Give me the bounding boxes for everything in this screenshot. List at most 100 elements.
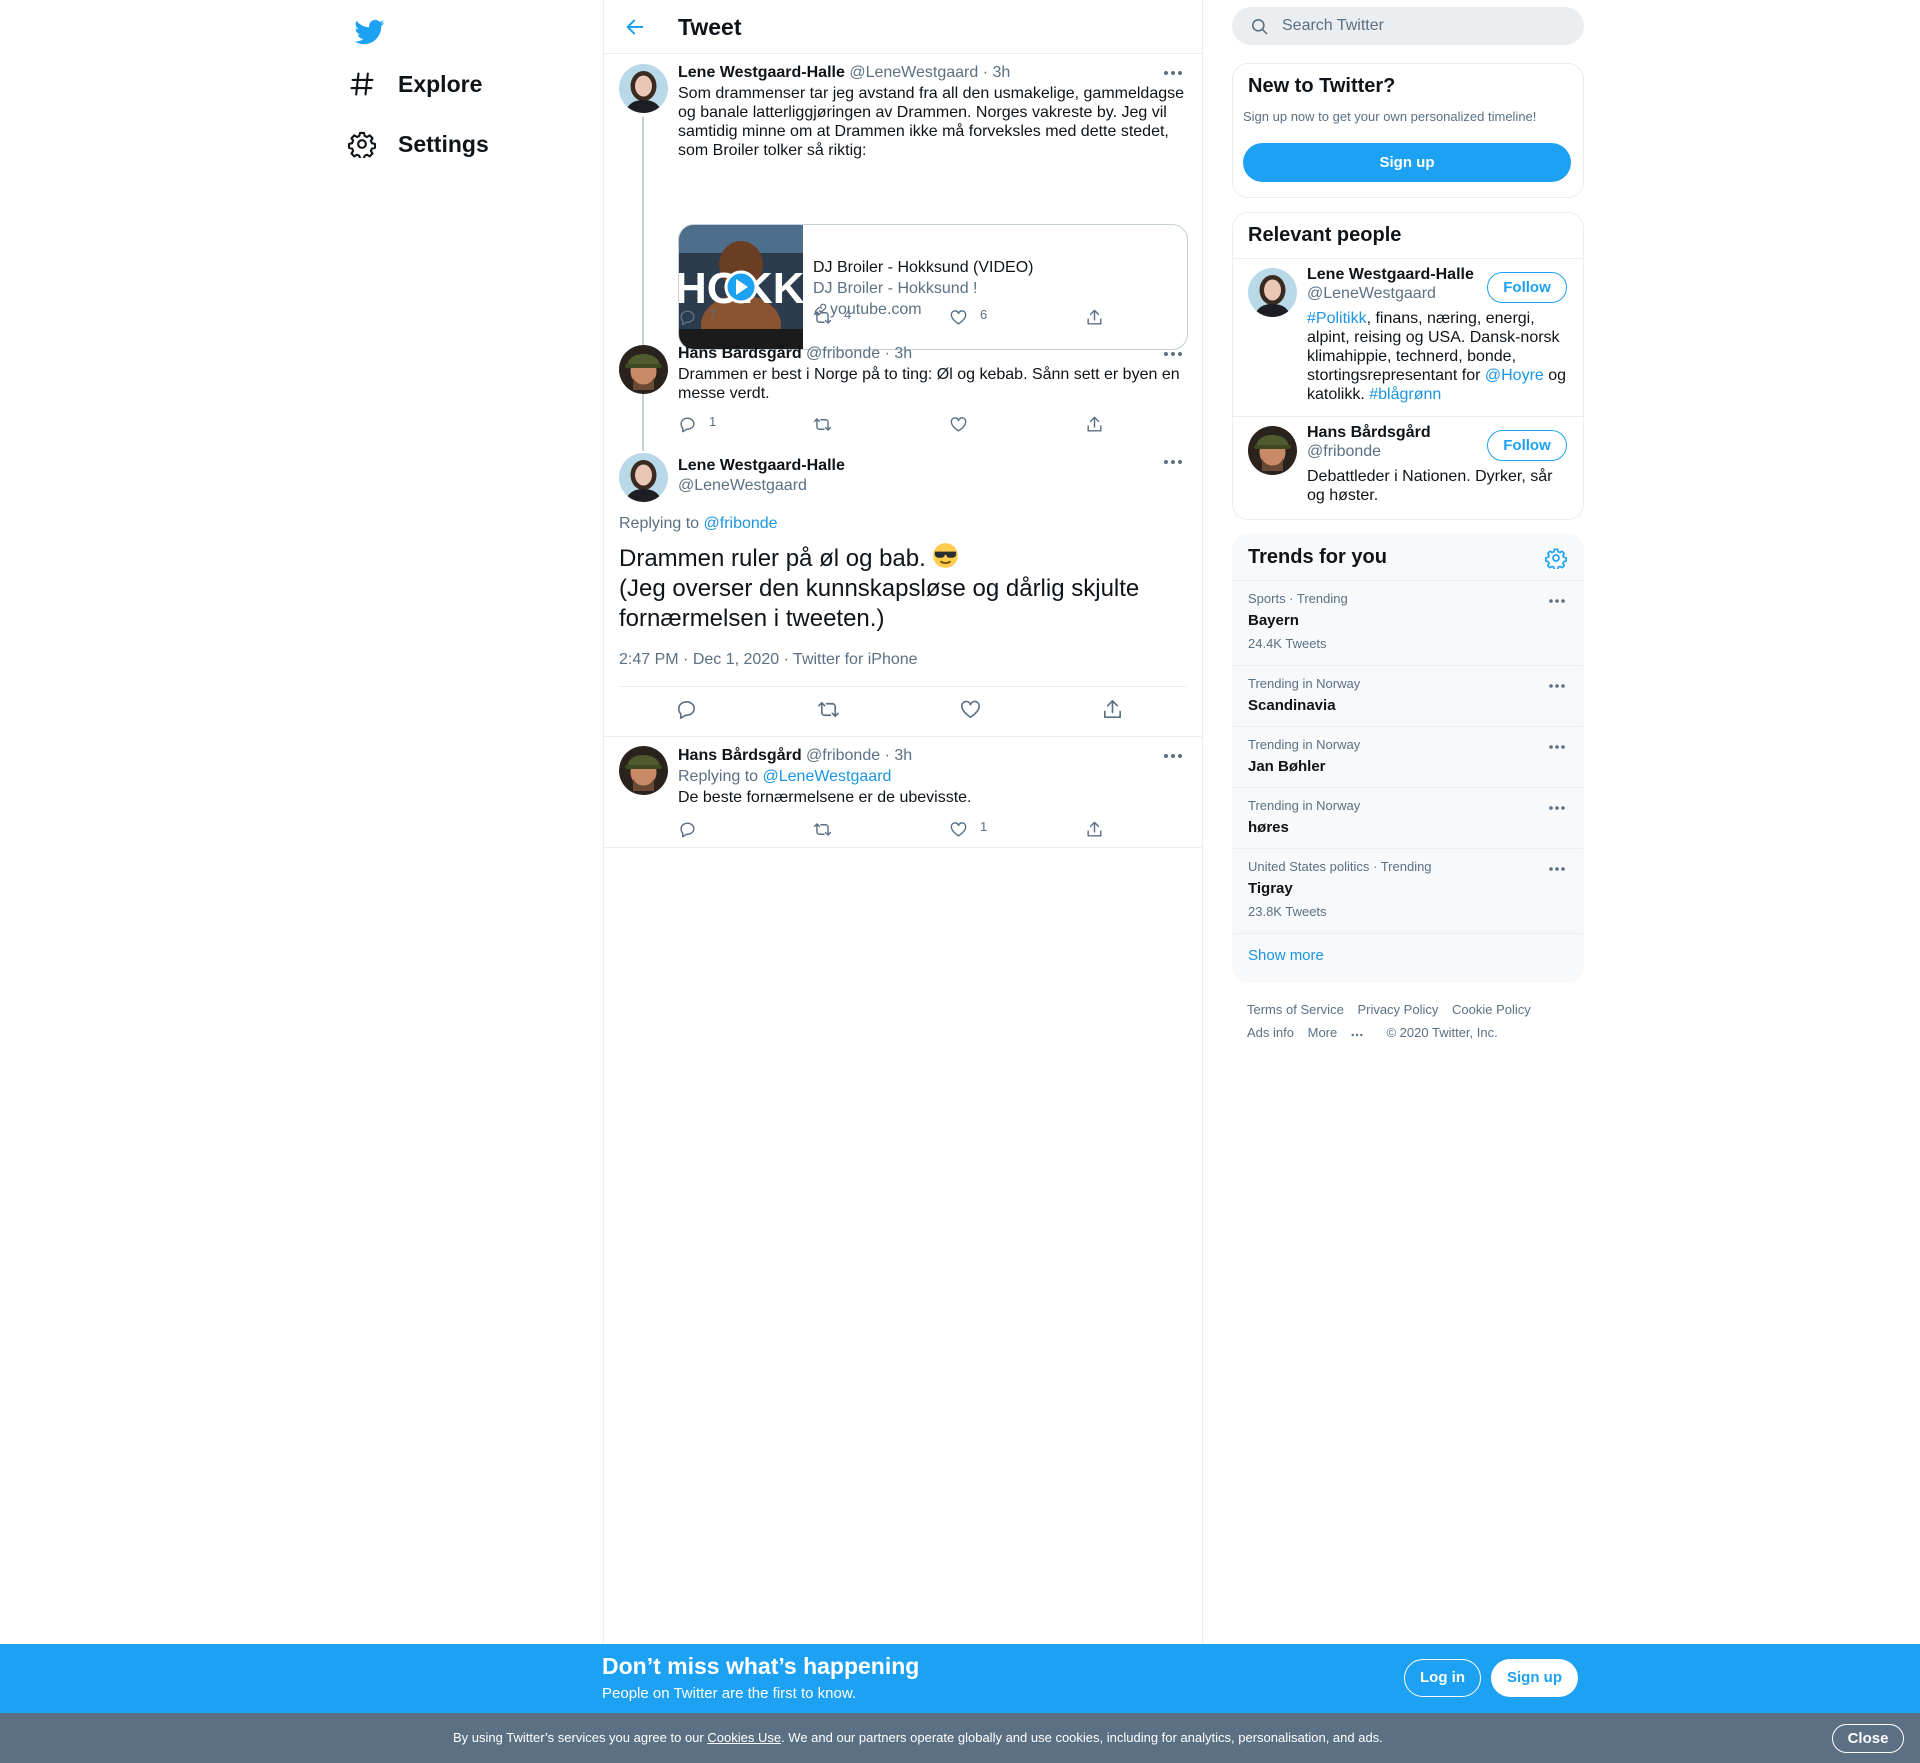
author-name[interactable]: Hans Bårdsgård: [678, 747, 802, 764]
tweet-source[interactable]: Twitter for iPhone: [793, 651, 918, 668]
person-handle[interactable]: @LeneWestgaard: [1307, 285, 1436, 303]
nav-settings[interactable]: Settings: [348, 119, 489, 169]
retweet-button[interactable]: [817, 698, 840, 720]
tweet-more-button[interactable]: [1158, 344, 1188, 364]
trends-settings-button[interactable]: [1545, 547, 1569, 571]
author-handle[interactable]: @LeneWestgaard: [678, 476, 1188, 496]
thread-tweet[interactable]: Hans Bårdsgård @fribonde · 3h Drammen er…: [604, 339, 1202, 451]
reply-button[interactable]: 7: [678, 306, 716, 328]
trend-item[interactable]: Sports · Trending Bayern 24.4K Tweets: [1233, 580, 1583, 666]
reply-button[interactable]: 1: [678, 413, 716, 435]
footer-link-ads[interactable]: Ads info: [1247, 1025, 1294, 1040]
share-button[interactable]: [1101, 698, 1124, 720]
trend-name: høres: [1248, 819, 1289, 836]
footer-link-more[interactable]: More: [1308, 1025, 1373, 1040]
author-handle[interactable]: @fribonde: [806, 747, 880, 764]
tweet-more-button[interactable]: [1158, 452, 1188, 472]
hashtag-link[interactable]: #blågrønn: [1369, 386, 1441, 403]
retweet-button[interactable]: [813, 413, 832, 435]
trend-item[interactable]: United States politics · Trending Tigray…: [1233, 848, 1583, 934]
share-button[interactable]: [1085, 818, 1104, 840]
avatar[interactable]: [619, 64, 668, 113]
person-handle[interactable]: @fribonde: [1307, 443, 1381, 461]
retweet-count: 4: [844, 306, 852, 322]
author-handle[interactable]: @LeneWestgaard: [849, 64, 978, 81]
follow-button[interactable]: Follow: [1487, 430, 1567, 461]
tweet-more-button[interactable]: [1158, 63, 1188, 83]
author-name[interactable]: Lene Westgaard-Halle: [678, 456, 1188, 476]
divider: [619, 686, 1187, 687]
like-button[interactable]: 6: [949, 306, 987, 328]
link-card[interactable]: HOKK DJ Broiler - Hokksund (VIDEO) DJ Br…: [678, 224, 1188, 350]
footer-link-cookie[interactable]: Cookie Policy: [1452, 1002, 1531, 1017]
cookies-use-link[interactable]: Cookies Use: [707, 1730, 781, 1745]
person-name[interactable]: Hans Bårdsgård: [1307, 424, 1431, 442]
mention-link[interactable]: @Hoyre: [1485, 367, 1544, 384]
sign-up-button[interactable]: Sign up: [1491, 1659, 1578, 1697]
footer-link-terms[interactable]: Terms of Service: [1247, 1002, 1344, 1017]
trend-item[interactable]: Trending in Norway høres: [1233, 787, 1583, 849]
reply-button[interactable]: [675, 698, 698, 720]
heart-icon: [949, 820, 968, 839]
avatar[interactable]: [1248, 268, 1297, 317]
tweet-actions: 1: [678, 413, 1102, 435]
follow-button[interactable]: Follow: [1487, 272, 1567, 303]
trend-item[interactable]: Trending in Norway Jan Bøhler: [1233, 726, 1583, 788]
replying-to: Replying to @LeneWestgaard: [678, 767, 1188, 787]
reply-tweet[interactable]: Hans Bårdsgård @fribonde · 3h Replying t…: [604, 737, 1202, 847]
reply-icon: [678, 820, 697, 839]
tweet-more-button[interactable]: [1158, 746, 1188, 766]
like-button[interactable]: [949, 413, 968, 435]
like-button[interactable]: 1: [949, 818, 987, 840]
trend-count: 23.8K Tweets: [1248, 904, 1327, 919]
author-name[interactable]: Lene Westgaard-Halle: [678, 64, 845, 81]
person-card[interactable]: Lene Westgaard-Halle @LeneWestgaard Foll…: [1233, 258, 1583, 417]
trend-more-button[interactable]: [1545, 680, 1569, 692]
person-name[interactable]: Lene Westgaard-Halle: [1307, 266, 1474, 284]
replying-mention[interactable]: @LeneWestgaard: [763, 768, 892, 785]
sign-up-button[interactable]: Sign up: [1243, 143, 1571, 182]
avatar[interactable]: [619, 345, 668, 394]
tweet-date[interactable]: Dec 1, 2020: [693, 651, 779, 668]
replying-mention[interactable]: @fribonde: [704, 515, 778, 532]
tweet-time[interactable]: · 3h: [885, 747, 913, 764]
avatar[interactable]: [619, 453, 668, 502]
trend-item[interactable]: Trending in Norway Scandinavia: [1233, 665, 1583, 727]
tweet-header: Hans Bårdsgård @fribonde · 3h: [678, 746, 1188, 766]
footer-link-privacy[interactable]: Privacy Policy: [1357, 1002, 1438, 1017]
log-in-button[interactable]: Log in: [1404, 1659, 1481, 1697]
author-handle[interactable]: @fribonde: [806, 345, 880, 362]
avatar[interactable]: [1248, 426, 1297, 475]
show-more-link[interactable]: Show more: [1248, 947, 1324, 964]
trend-more-button[interactable]: [1545, 741, 1569, 753]
search-input[interactable]: [1282, 7, 1572, 45]
tweet-time[interactable]: · 3h: [885, 345, 913, 362]
back-button[interactable]: [618, 10, 652, 44]
tweet-text: De beste fornærmelsene er de ubevisste.: [678, 789, 972, 806]
person-card[interactable]: Hans Bårdsgård @fribonde Follow Debattle…: [1233, 416, 1583, 519]
retweet-button[interactable]: 4: [813, 306, 851, 328]
tweet-time[interactable]: · 3h: [983, 64, 1011, 81]
nav-explore[interactable]: Explore: [348, 59, 482, 109]
avatar[interactable]: [619, 746, 668, 795]
trend-more-button[interactable]: [1545, 802, 1569, 814]
trend-more-button[interactable]: [1545, 863, 1569, 875]
like-count: 6: [980, 306, 988, 322]
tweet-timestamp[interactable]: 2:47 PM: [619, 651, 679, 668]
twitter-bird-icon[interactable]: [348, 10, 392, 54]
thread-tweet[interactable]: Lene Westgaard-Halle @LeneWestgaard · 3h…: [604, 54, 1202, 398]
cookie-close-button[interactable]: Close: [1832, 1724, 1904, 1753]
trend-more-button[interactable]: [1545, 595, 1569, 607]
retweet-icon: [813, 308, 832, 327]
share-button[interactable]: [1085, 413, 1104, 435]
main-column: Tweet Lene Westgaard-Halle @LeneWestgaar…: [603, 0, 1203, 1763]
like-button[interactable]: [959, 698, 982, 720]
reply-button[interactable]: [678, 818, 697, 840]
share-button[interactable]: [1085, 306, 1104, 328]
search-box[interactable]: [1232, 7, 1584, 45]
more-dots-icon: [1545, 683, 1569, 689]
author-name[interactable]: Hans Bårdsgård: [678, 345, 802, 362]
retweet-button[interactable]: [813, 818, 832, 840]
hashtag-link[interactable]: #Politikk: [1307, 310, 1367, 327]
tweet-content: Lene Westgaard-Halle @LeneWestgaard · 3h…: [678, 63, 1188, 160]
